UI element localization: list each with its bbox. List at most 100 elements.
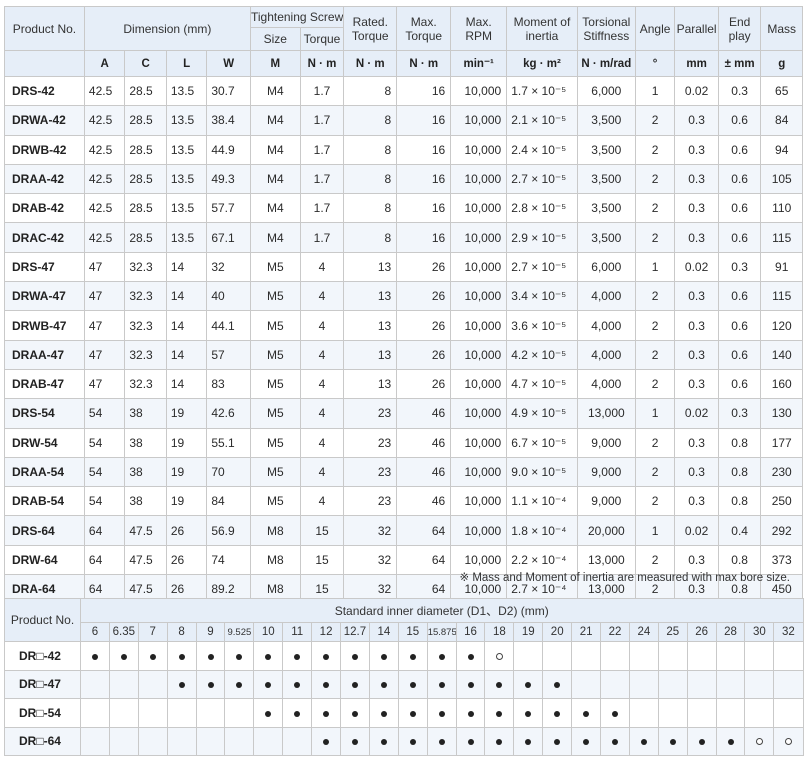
spec-cell: 4.9 × 10⁻⁵ — [506, 398, 578, 429]
diameter-size-header: 30 — [744, 622, 775, 642]
spec-cell: 0.6 — [717, 339, 762, 370]
unit-cell: min⁻¹ — [450, 50, 508, 77]
spec-cell: 8 — [343, 163, 398, 195]
product-number: DRAA-54 — [4, 456, 85, 488]
available-dot-icon — [265, 682, 272, 689]
diameter-cell — [715, 698, 746, 728]
product-number: DRAA-47 — [4, 339, 85, 370]
available-dot-icon — [380, 653, 387, 660]
diameter-cell — [686, 726, 717, 756]
measurement-note: ※ Mass and Moment of inertia are measure… — [459, 572, 791, 584]
diameter-cell — [80, 698, 110, 728]
unit-cell: N · m — [343, 50, 398, 77]
spec-row: DRS-54 54 38 19 42.6 M5 4 23 46 10,000 4.9 × 10⁻⁵ 1… — [4, 398, 803, 429]
spec-cell: 4 — [299, 456, 345, 488]
spec-cell: 42.6 — [206, 398, 251, 429]
available-dot-icon — [438, 682, 445, 689]
available-dot-icon — [380, 739, 387, 746]
spec-cell: 47 — [83, 251, 126, 283]
diameter-cell — [368, 726, 399, 756]
spec-cell: 0.6 — [717, 281, 762, 312]
spec-cell: 2 — [634, 222, 676, 253]
diameter-size-header: 14 — [368, 622, 399, 642]
spec-cell: 14 — [165, 368, 208, 400]
diameter-size-header: 32 — [773, 622, 804, 642]
spec-cell: 42.5 — [83, 105, 126, 136]
diameter-cell — [600, 669, 630, 699]
diameter-cell — [224, 726, 255, 756]
spec-cell: 14 — [165, 339, 208, 370]
diameter-cell — [224, 669, 255, 699]
inner-diameter-table: Product No. Standard inner diameter (D1、… — [4, 598, 804, 756]
diameter-cell — [657, 698, 688, 728]
spec-cell: 9,000 — [576, 456, 636, 488]
diameter-cell — [340, 726, 370, 756]
spec-cell: 74 — [206, 544, 251, 576]
diameter-cell — [571, 641, 602, 671]
diameter-cell — [282, 669, 313, 699]
spec-cell: 13.5 — [165, 222, 208, 253]
spec-row: DRAB-54 54 38 19 84 M5 4 23 46 10,000 1.1 × 10⁻⁴ 9,… — [4, 486, 803, 517]
spec-row: DRS-42 42.5 28.5 13.5 30.7 M4 1.7 8 16 10,000 1.7 … — [4, 75, 803, 107]
spec-cell: 0.6 — [717, 193, 762, 224]
spec-cell: 42.5 — [83, 163, 126, 195]
diameter-size-header: 22 — [600, 622, 630, 642]
spec-cell: 23 — [343, 398, 398, 429]
spec-cell: 10,000 — [450, 427, 508, 458]
diameter-cell — [773, 698, 804, 728]
spec-cell: 160 — [760, 368, 803, 400]
product-number: DRS-47 — [4, 251, 85, 283]
diameter-cell — [426, 698, 457, 728]
spec-cell: 10,000 — [450, 105, 508, 136]
spec-cell: 10,000 — [450, 281, 508, 312]
spec-cell: 47.5 — [124, 544, 167, 576]
spec-cell: 4 — [299, 398, 345, 429]
diameter-cell — [571, 726, 602, 756]
available-dot-icon — [496, 682, 503, 689]
diameter-cell — [513, 698, 544, 728]
available-dot-icon — [611, 710, 618, 717]
available-dot-icon — [178, 682, 185, 689]
spec-row: DRWB-42 42.5 28.5 13.5 44.9 M4 1.7 8 16 10,000 2.4… — [4, 134, 803, 165]
spec-cell: M5 — [249, 310, 301, 341]
spec-cell: 94 — [760, 134, 803, 165]
available-dot-icon — [554, 710, 561, 717]
product-number: DRAB-47 — [4, 368, 85, 400]
spec-cell: 1.8 × 10⁻⁴ — [506, 515, 578, 546]
spec-cell: M4 — [249, 105, 301, 136]
header-max-rpm: Max. RPM — [450, 6, 508, 51]
spec-cell: 38 — [124, 427, 167, 458]
spec-cell: 32.3 — [124, 310, 167, 341]
spec-row: DRAB-42 42.5 28.5 13.5 57.7 M4 1.7 8 16 10,000 2.8… — [4, 193, 803, 224]
available-dot-icon — [640, 739, 647, 746]
spec-cell: 10,000 — [450, 456, 508, 488]
diameter-cell — [426, 641, 457, 671]
spec-cell: 3.6 × 10⁻⁵ — [506, 310, 578, 341]
diameter-cell — [542, 726, 573, 756]
available-dot-icon — [265, 653, 272, 660]
diameter-cell — [773, 726, 804, 756]
spec-cell: 0.3 — [674, 163, 719, 195]
diameter-cell — [744, 669, 775, 699]
available-dot-icon — [409, 653, 416, 660]
available-dot-icon — [380, 710, 387, 717]
spec-cell: 14 — [165, 310, 208, 341]
diameter-size-header: 9.525 — [224, 622, 255, 642]
spec-cell: 0.3 — [674, 486, 719, 517]
diameter-cell — [513, 641, 544, 671]
spec-cell: 0.4 — [717, 515, 762, 546]
spec-cell: 1.7 — [299, 222, 345, 253]
available-dot-icon — [583, 710, 590, 717]
spec-cell: 10,000 — [450, 310, 508, 341]
diameter-size-header: 9 — [195, 622, 226, 642]
spec-cell: 4 — [299, 339, 345, 370]
spec-cell: 2.7 × 10⁻⁵ — [506, 251, 578, 283]
spec-cell: M8 — [249, 515, 301, 546]
diameter-cell — [715, 669, 746, 699]
spec-cell: 19 — [165, 456, 208, 488]
unit-cell: ± mm — [717, 50, 762, 77]
diameter-size-header: 15.875 — [426, 622, 457, 642]
diameter-cell — [282, 726, 313, 756]
diameter-cell — [484, 641, 515, 671]
spec-cell: 13 — [343, 310, 398, 341]
